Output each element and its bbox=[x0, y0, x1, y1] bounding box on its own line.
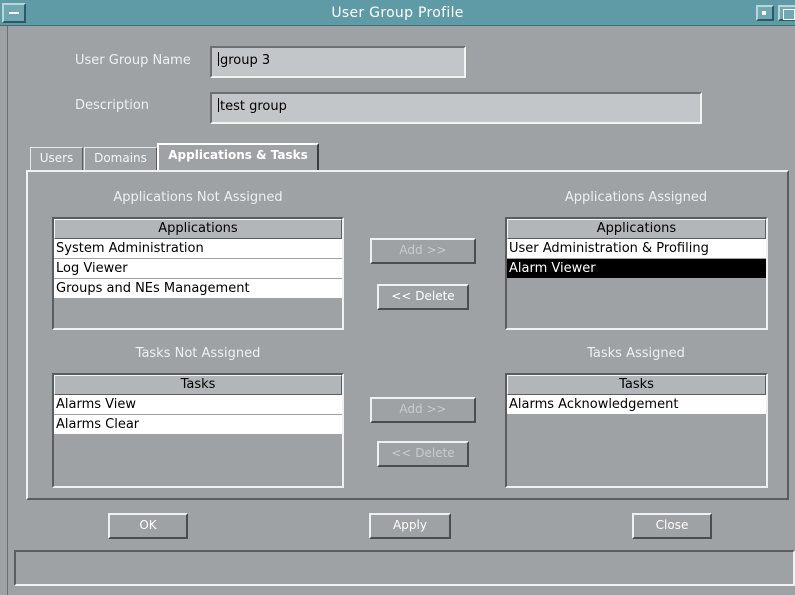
minimize-icon bbox=[762, 11, 766, 15]
applications-assigned-title: Applications Assigned bbox=[564, 190, 708, 205]
add-task-button[interactable]: Add >> bbox=[370, 397, 476, 423]
description-field[interactable]: test group bbox=[210, 92, 702, 124]
user-group-name-label: User Group Name bbox=[75, 53, 191, 68]
list-item[interactable]: System Administration bbox=[54, 239, 342, 259]
applications-column-header[interactable]: Applications bbox=[507, 219, 766, 239]
list-item[interactable]: Log Viewer bbox=[54, 259, 342, 279]
status-bar bbox=[14, 550, 795, 586]
list-item[interactable]: Alarms Acknowledgement bbox=[507, 395, 766, 415]
applications-column-header[interactable]: Applications bbox=[54, 219, 342, 239]
tab-domains[interactable]: Domains bbox=[84, 147, 157, 171]
applications-not-assigned-title: Applications Not Assigned bbox=[113, 190, 283, 205]
tab-users[interactable]: Users bbox=[30, 147, 83, 171]
list-item[interactable]: Alarms View bbox=[54, 395, 342, 415]
maximize-button[interactable] bbox=[778, 5, 795, 21]
text-cursor bbox=[218, 98, 219, 112]
delete-application-button[interactable]: << Delete bbox=[377, 284, 469, 310]
list-item[interactable]: User Administration & Profiling bbox=[507, 239, 766, 259]
text-cursor bbox=[218, 52, 219, 66]
user-group-name-field[interactable]: group 3 bbox=[210, 46, 466, 78]
maximize-icon bbox=[783, 9, 795, 20]
tab-applications-tasks[interactable]: Applications & Tasks bbox=[157, 143, 319, 172]
add-application-button[interactable]: Add >> bbox=[370, 238, 476, 264]
window-title: User Group Profile bbox=[331, 5, 464, 21]
tasks-column-header[interactable]: Tasks bbox=[54, 375, 342, 395]
list-item-selected[interactable]: Alarm Viewer bbox=[507, 259, 766, 279]
list-item[interactable]: Alarms Clear bbox=[54, 415, 342, 435]
tasks-assigned-title: Tasks Assigned bbox=[587, 346, 685, 361]
delete-task-button[interactable]: << Delete bbox=[377, 441, 469, 467]
close-button[interactable]: Close bbox=[632, 513, 712, 539]
description-label: Description bbox=[75, 98, 150, 113]
tasks-column-header[interactable]: Tasks bbox=[507, 375, 766, 395]
minimize-button[interactable] bbox=[756, 5, 774, 21]
tasks-not-assigned-list[interactable]: Tasks Alarms View Alarms Clear bbox=[52, 373, 344, 488]
description-value: test group bbox=[220, 99, 287, 114]
apply-button[interactable]: Apply bbox=[369, 513, 451, 539]
tasks-not-assigned-title: Tasks Not Assigned bbox=[135, 346, 261, 361]
window-frame-left bbox=[0, 26, 8, 595]
user-group-name-value: group 3 bbox=[220, 53, 271, 68]
applications-assigned-list[interactable]: Applications User Administration & Profi… bbox=[505, 217, 768, 330]
tasks-assigned-list[interactable]: Tasks Alarms Acknowledgement bbox=[505, 373, 768, 488]
list-item[interactable]: Groups and NEs Management bbox=[54, 279, 342, 299]
ok-button[interactable]: OK bbox=[108, 513, 188, 539]
applications-not-assigned-list[interactable]: Applications System Administration Log V… bbox=[52, 217, 344, 330]
